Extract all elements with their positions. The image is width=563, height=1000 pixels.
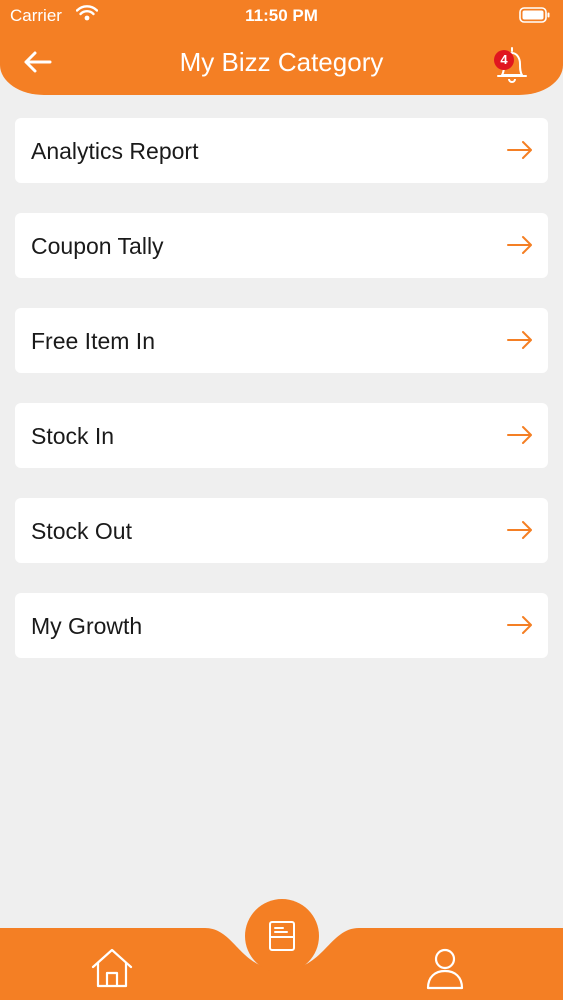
menu-item-my-growth[interactable]: My Growth [15, 593, 548, 658]
menu-item-stock-out[interactable]: Stock Out [15, 498, 548, 563]
menu-item-label: Stock In [31, 423, 115, 449]
menu-item-label: Coupon Tally [31, 233, 164, 259]
menu-item-label: Stock Out [31, 518, 132, 544]
home-icon [91, 948, 133, 988]
arrow-right-icon [507, 141, 532, 159]
menu-item-label: Analytics Report [31, 138, 199, 164]
menu-item-label: My Growth [31, 613, 143, 639]
tab-home[interactable] [88, 944, 136, 992]
arrow-right-icon [507, 331, 532, 349]
app-header: Carrier 11:50 PM My Bizz Category 4 [0, 0, 563, 95]
status-bar: Carrier 11:50 PM [0, 0, 563, 32]
document-icon [269, 921, 295, 951]
arrow-right-icon [507, 236, 532, 254]
arrow-right-icon [507, 426, 532, 444]
user-icon [426, 948, 464, 990]
notification-badge: 4 [494, 50, 514, 70]
center-action-button[interactable] [245, 899, 319, 973]
menu-item-coupon-tally[interactable]: Coupon Tally [15, 213, 548, 278]
notifications-button[interactable]: 4 [490, 42, 534, 86]
menu-item-free-item-in[interactable]: Free Item In [15, 308, 548, 373]
battery-icon [519, 7, 551, 28]
arrow-right-icon [507, 521, 532, 539]
arrow-right-icon [507, 616, 532, 634]
menu-item-stock-in[interactable]: Stock In [15, 403, 548, 468]
status-time: 11:50 PM [245, 6, 318, 25]
category-list: Analytics Report Coupon Tally Free Item … [15, 118, 548, 688]
tab-profile[interactable] [423, 944, 467, 992]
page-title: My Bizz Category [179, 47, 384, 77]
menu-item-analytics-report[interactable]: Analytics Report [15, 118, 548, 183]
menu-item-label: Free Item In [31, 328, 155, 354]
